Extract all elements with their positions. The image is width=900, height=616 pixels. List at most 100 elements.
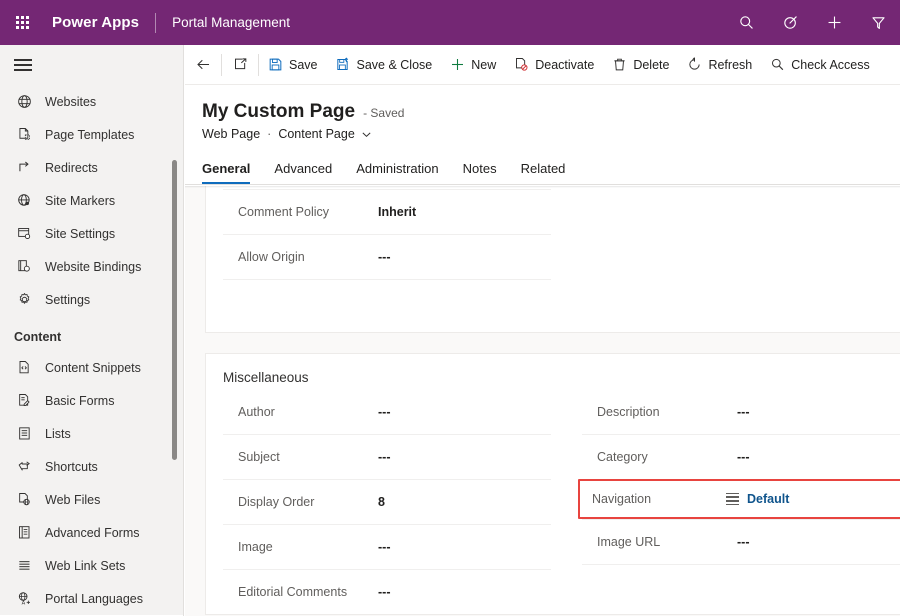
chevron-down-icon[interactable] bbox=[361, 129, 372, 140]
sidebar-item-label: Web Link Sets bbox=[45, 559, 125, 573]
misc-grid: Author --- Subject --- Display Order 8 I… bbox=[206, 389, 900, 614]
brand-title[interactable]: Power Apps bbox=[52, 14, 139, 31]
form-section-top: Sitemap No Comment Policy Inherit Allow … bbox=[205, 186, 900, 333]
record-title-row: My Custom Page - Saved bbox=[185, 85, 900, 123]
field-value: --- bbox=[737, 535, 750, 549]
field-value: --- bbox=[378, 250, 391, 264]
diagnostics-icon[interactable] bbox=[768, 0, 812, 45]
field-row-navigation[interactable]: Navigation Default bbox=[578, 479, 900, 519]
field-row-category[interactable]: Category --- bbox=[582, 434, 900, 479]
topbar-actions bbox=[724, 0, 900, 45]
field-row-description[interactable]: Description --- bbox=[582, 389, 900, 434]
sidebar-item-lists[interactable]: Lists bbox=[0, 417, 183, 450]
sidebar-item-websites[interactable]: Websites bbox=[0, 85, 183, 118]
field-row-image-url[interactable]: Image URL --- bbox=[582, 519, 900, 564]
page-title: My Custom Page bbox=[202, 101, 355, 123]
new-button[interactable]: New bbox=[441, 45, 505, 85]
navigation-lookup-value[interactable]: Default bbox=[726, 492, 789, 506]
field-row-display-order[interactable]: Display Order 8 bbox=[223, 479, 551, 524]
sidebar-item-label: Site Settings bbox=[45, 227, 115, 241]
form-section-miscellaneous: Miscellaneous Author --- Subject --- Dis… bbox=[205, 353, 900, 615]
field-row-subject[interactable]: Subject --- bbox=[223, 434, 551, 479]
tab-notes[interactable]: Notes bbox=[451, 161, 509, 184]
sidebar-item-label: Page Templates bbox=[45, 128, 134, 142]
save-status-label: - Saved bbox=[363, 106, 404, 120]
search-icon[interactable] bbox=[724, 0, 768, 45]
sidebar-item-web-link-sets[interactable]: Web Link Sets bbox=[0, 549, 183, 582]
breadcrumb: Web Page · Content Page bbox=[185, 123, 900, 141]
field-row-empty bbox=[582, 564, 900, 609]
save-button[interactable]: Save bbox=[259, 45, 327, 85]
filter-icon[interactable] bbox=[856, 0, 900, 45]
sidebar-item-label: Redirects bbox=[45, 161, 98, 175]
top-section-left-column: Sitemap No Comment Policy Inherit Allow … bbox=[206, 186, 565, 301]
field-label: Allow Origin bbox=[223, 250, 378, 264]
sidebar-item-site-markers[interactable]: Site Markers bbox=[0, 184, 183, 217]
tab-administration[interactable]: Administration bbox=[344, 161, 450, 184]
link-set-icon bbox=[14, 556, 34, 576]
sidebar-item-shortcuts[interactable]: Shortcuts bbox=[0, 450, 183, 483]
deactivate-button-label: Deactivate bbox=[535, 58, 594, 72]
breadcrumb-entity: Web Page bbox=[202, 127, 260, 141]
form-selector-label[interactable]: Content Page bbox=[278, 127, 354, 141]
field-row-comment-policy[interactable]: Comment Policy Inherit bbox=[223, 189, 551, 234]
advanced-form-icon bbox=[14, 523, 34, 543]
sidebar-item-content-snippets[interactable]: Content Snippets bbox=[0, 351, 183, 384]
sidebar-item-label: Lists bbox=[45, 427, 71, 441]
field-label: Subject bbox=[223, 450, 378, 464]
delete-button[interactable]: Delete bbox=[603, 45, 678, 85]
top-section-right-column bbox=[565, 186, 900, 301]
sidebar-item-page-templates[interactable]: Page Templates bbox=[0, 118, 183, 151]
globe-icon bbox=[14, 92, 34, 112]
field-label: Description bbox=[582, 405, 737, 419]
sidebar-item-portal-languages[interactable]: A Portal Languages bbox=[0, 582, 183, 615]
form-tabs: General Advanced Administration Notes Re… bbox=[185, 152, 900, 185]
sidebar-item-basic-forms[interactable]: Basic Forms bbox=[0, 384, 183, 417]
shortcut-icon bbox=[14, 457, 34, 477]
nav-toggle-hamburger-icon[interactable] bbox=[0, 45, 183, 85]
sidebar-scrollbar-thumb[interactable] bbox=[172, 160, 177, 460]
sidebar-item-site-settings[interactable]: Site Settings bbox=[0, 217, 183, 250]
sidebar-item-redirects[interactable]: Redirects bbox=[0, 151, 183, 184]
tab-advanced[interactable]: Advanced bbox=[262, 161, 344, 184]
app-name-label: Portal Management bbox=[172, 15, 290, 30]
website-binding-icon bbox=[14, 257, 34, 277]
field-row-image[interactable]: Image --- bbox=[223, 524, 551, 569]
field-row-allow-origin[interactable]: Allow Origin --- bbox=[223, 234, 551, 279]
field-row-spacer bbox=[223, 279, 551, 301]
sidebar-item-web-files[interactable]: Web Files bbox=[0, 483, 183, 516]
navigation-link-label[interactable]: Default bbox=[747, 492, 789, 506]
sidebar-item-label: Web Files bbox=[45, 493, 100, 507]
section-title: Miscellaneous bbox=[206, 354, 900, 389]
field-label: Editorial Comments bbox=[223, 585, 378, 599]
field-value: --- bbox=[378, 585, 391, 599]
sidebar-group-content: Content bbox=[0, 316, 183, 351]
field-label: Display Order bbox=[223, 495, 378, 509]
waffle-grid-icon[interactable] bbox=[0, 0, 44, 45]
field-label: Author bbox=[223, 405, 378, 419]
sidebar-item-label: Shortcuts bbox=[45, 460, 98, 474]
check-access-label: Check Access bbox=[791, 58, 870, 72]
refresh-button[interactable]: Refresh bbox=[678, 45, 761, 85]
check-access-button[interactable]: Check Access bbox=[761, 45, 879, 85]
field-row-editorial-comments[interactable]: Editorial Comments --- bbox=[223, 569, 551, 614]
field-value: --- bbox=[378, 405, 391, 419]
form-edit-icon bbox=[14, 391, 34, 411]
sidebar-item-website-bindings[interactable]: Website Bindings bbox=[0, 250, 183, 283]
field-row-author[interactable]: Author --- bbox=[223, 389, 551, 434]
tab-general[interactable]: General bbox=[202, 161, 262, 184]
deactivate-button[interactable]: Deactivate bbox=[505, 45, 603, 85]
save-and-close-button[interactable]: Save & Close bbox=[327, 45, 442, 85]
field-label: Image bbox=[223, 540, 378, 554]
breadcrumb-separator: · bbox=[267, 127, 271, 141]
back-arrow-icon[interactable] bbox=[185, 45, 221, 85]
sidebar-item-label: Content Snippets bbox=[45, 361, 141, 375]
sidebar-item-advanced-forms[interactable]: Advanced Forms bbox=[0, 516, 183, 549]
popout-icon[interactable] bbox=[222, 45, 258, 85]
command-bar: Save Save & Close New bbox=[185, 45, 900, 85]
tab-related[interactable]: Related bbox=[509, 161, 578, 184]
field-label: Image URL bbox=[582, 535, 737, 549]
sidebar-item-settings[interactable]: Settings bbox=[0, 283, 183, 316]
misc-right-column: Description --- Category --- Navigation bbox=[565, 389, 900, 614]
plus-icon[interactable] bbox=[812, 0, 856, 45]
